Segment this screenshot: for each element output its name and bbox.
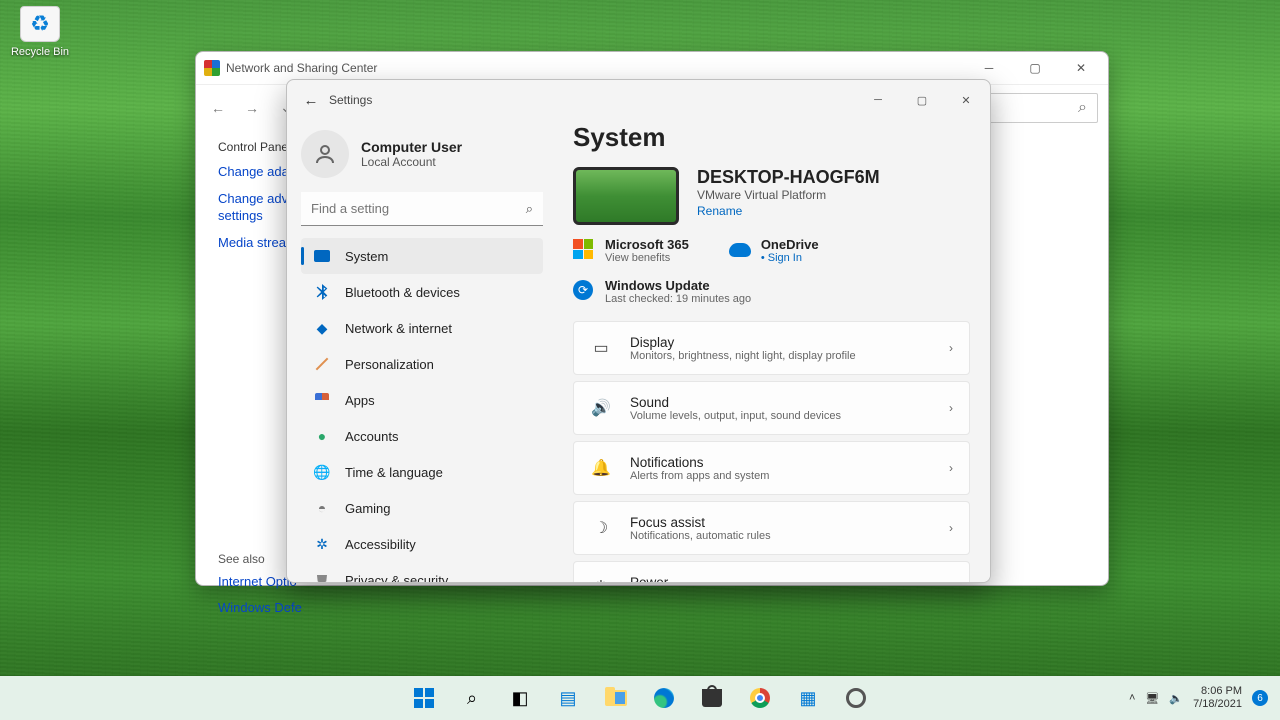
tray-network-icon[interactable]: 🖥 [1145, 692, 1159, 705]
settings-window: ← Settings ─ ▢ ✕ Computer User Local Acc… [286, 79, 991, 583]
microsoft-365-tile[interactable]: Microsoft 365 View benefits [573, 237, 689, 264]
device-name: DESKTOP-HAOGF6M [697, 167, 880, 188]
taskbar: ⌕ ◧ ▤ ▦ ˄ 🖥 🔈 8:06 PM 7/18/2021 6 [0, 676, 1280, 720]
file-explorer-button[interactable] [596, 680, 636, 716]
recycle-bin-icon [20, 6, 60, 42]
task-view-button[interactable]: ◧ [500, 680, 540, 716]
nav-system[interactable]: System [301, 238, 543, 274]
settings-title: Settings [329, 93, 372, 107]
recycle-bin-label: Recycle Bin [4, 46, 76, 58]
apps-icon [313, 391, 331, 409]
taskbar-clock[interactable]: 8:06 PM 7/18/2021 [1193, 685, 1242, 711]
settings-close-button[interactable]: ✕ [944, 83, 988, 117]
bluetooth-icon [313, 283, 331, 301]
card-sound[interactable]: 🔊 SoundVolume levels, output, input, sou… [573, 381, 970, 435]
nav-bluetooth[interactable]: Bluetooth & devices [301, 274, 543, 310]
search-icon: ⌕ [1078, 99, 1087, 117]
windows-update-tile[interactable]: ⟳ Windows Update Last checked: 19 minute… [573, 278, 970, 305]
nav-forward-button[interactable]: → [240, 96, 264, 120]
onedrive-signin-link[interactable]: Sign In [761, 252, 819, 264]
taskbar-search-button[interactable]: ⌕ [452, 680, 492, 716]
system-icon [314, 250, 330, 262]
nav-network[interactable]: ◆ Network & internet [301, 310, 543, 346]
tray-volume-icon[interactable]: 🔈 [1169, 692, 1183, 705]
gaming-icon: ◓ [313, 499, 331, 517]
edge-button[interactable] [644, 680, 684, 716]
nav-back-button[interactable]: ← [206, 96, 230, 120]
user-account[interactable]: Computer User Local Account [301, 130, 543, 178]
nav-accessibility[interactable]: ✲ Accessibility [301, 526, 543, 562]
moon-icon: ☽ [590, 518, 612, 538]
user-name: Computer User [361, 139, 462, 155]
accessibility-icon: ✲ [313, 535, 331, 553]
brush-icon [313, 355, 331, 373]
power-icon: ⏻ [590, 579, 612, 582]
page-title: System [573, 122, 970, 153]
accounts-icon: ● [313, 427, 331, 445]
windows-update-icon: ⟳ [573, 280, 593, 300]
card-notifications[interactable]: 🔔 NotificationsAlerts from apps and syst… [573, 441, 970, 495]
onedrive-icon [729, 243, 751, 257]
chevron-right-icon: › [949, 521, 953, 535]
tray-chevron-icon[interactable]: ˄ [1129, 692, 1135, 704]
wifi-icon: ◆ [313, 319, 331, 337]
nav-time-language[interactable]: 🌐 Time & language [301, 454, 543, 490]
search-icon: ⌕ [526, 201, 533, 217]
back-maximize-button[interactable]: ▢ [1012, 52, 1058, 84]
settings-maximize-button[interactable]: ▢ [900, 83, 944, 117]
card-focus-assist[interactable]: ☽ Focus assistNotifications, automatic r… [573, 501, 970, 555]
display-icon: ▭ [590, 338, 612, 358]
sound-icon: 🔊 [590, 398, 612, 418]
nav-accounts[interactable]: ● Accounts [301, 418, 543, 454]
back-title: Network and Sharing Center [226, 61, 377, 75]
chevron-right-icon: › [949, 401, 953, 415]
nav-personalization[interactable]: Personalization [301, 346, 543, 382]
onedrive-tile[interactable]: OneDrive Sign In [729, 237, 819, 264]
settings-sidebar: Computer User Local Account ⌕ System Blu… [287, 120, 557, 582]
microsoft-logo-icon [573, 239, 593, 259]
nav-privacy[interactable]: ⛊ Privacy & security [301, 562, 543, 582]
settings-minimize-button[interactable]: ─ [856, 83, 900, 117]
device-thumbnail [573, 167, 679, 225]
notification-badge[interactable]: 6 [1252, 690, 1268, 706]
find-setting-search[interactable]: ⌕ [301, 192, 543, 226]
card-display[interactable]: ▭ DisplayMonitors, brightness, night lig… [573, 321, 970, 375]
user-subtitle: Local Account [361, 155, 462, 169]
nav-apps[interactable]: Apps [301, 382, 543, 418]
avatar [301, 130, 349, 178]
settings-main: System DESKTOP-HAOGF6M VMware Virtual Pl… [557, 120, 990, 582]
card-power[interactable]: ⏻ PowerSleep, battery usage, battery sav… [573, 561, 970, 582]
chevron-right-icon: › [949, 341, 953, 355]
recycle-bin[interactable]: Recycle Bin [4, 6, 76, 58]
globe-icon: 🌐 [313, 463, 331, 481]
shield-icon: ⛊ [313, 571, 331, 582]
widgets-button[interactable]: ▤ [548, 680, 588, 716]
rename-link[interactable]: Rename [697, 204, 880, 218]
settings-back-button[interactable]: ← [297, 86, 325, 114]
chevron-right-icon: › [949, 581, 953, 582]
nav-gaming[interactable]: ◓ Gaming [301, 490, 543, 526]
taskbar-app-button[interactable]: ▦ [788, 680, 828, 716]
start-button[interactable] [404, 680, 444, 716]
settings-taskbar-button[interactable] [836, 680, 876, 716]
windows-defender-link[interactable]: Windows Defe [218, 600, 1098, 617]
chrome-button[interactable] [740, 680, 780, 716]
back-close-button[interactable]: ✕ [1058, 52, 1104, 84]
search-input[interactable] [311, 201, 526, 216]
bell-icon: 🔔 [590, 458, 612, 478]
chevron-right-icon: › [949, 461, 953, 475]
store-button[interactable] [692, 680, 732, 716]
device-platform: VMware Virtual Platform [697, 188, 880, 202]
network-icon [204, 60, 220, 76]
